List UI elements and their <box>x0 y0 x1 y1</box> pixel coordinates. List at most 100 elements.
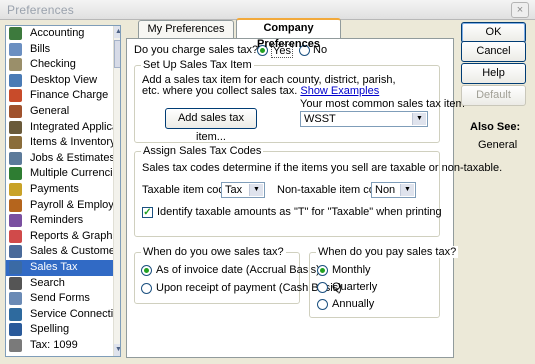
integrated-applications-icon <box>9 120 22 134</box>
sidebar-item-sales-tax[interactable]: Sales Tax <box>6 259 120 276</box>
setup-group-title: Set Up Sales Tax Item <box>141 59 254 71</box>
help-button[interactable]: Help <box>461 63 526 84</box>
sidebar-item-label: Desktop View <box>30 73 98 86</box>
taxable-item-code-select[interactable]: Tax ▼ <box>221 182 265 198</box>
bills-icon <box>9 42 22 56</box>
sidebar-item-general[interactable]: General <box>6 104 120 120</box>
sidebar-item-label: Sales Tax <box>30 260 78 273</box>
assign-description: Sales tax codes determine if the items y… <box>142 162 503 174</box>
setup-description: Add a sales tax item for each county, di… <box>142 74 396 97</box>
non-taxable-item-code-select[interactable]: Non ▼ <box>371 182 416 198</box>
chevron-down-icon[interactable]: ▼ <box>249 184 263 196</box>
show-examples-link[interactable]: Show Examples <box>300 85 379 97</box>
sidebar-item-accounting[interactable]: Accounting <box>6 26 120 42</box>
common-sales-tax-select[interactable]: WSST ▼ <box>300 111 428 127</box>
sidebar-item-jobs-estimates[interactable]: Jobs & Estimates <box>6 151 120 167</box>
pay-group-title: When do you pay sales tax? <box>316 246 459 258</box>
pay-monthly-radio[interactable] <box>317 265 328 276</box>
sidebar-item-label: Finance Charge <box>30 89 109 102</box>
sidebar-item-multiple-currencies[interactable]: Multiple Currencies <box>6 166 120 182</box>
scroll-down-icon[interactable]: ▼ <box>114 344 120 356</box>
close-button[interactable]: × <box>511 2 529 18</box>
finance-charge-icon <box>9 89 22 103</box>
sidebar-item-integrated-applicatio[interactable]: Integrated Applicatio <box>6 120 120 136</box>
title-bar: Preferences × <box>0 0 535 20</box>
setup-sales-tax-item-group: Set Up Sales Tax Item Add a sales tax it… <box>134 59 465 143</box>
sidebar-item-sales-customers[interactable]: Sales & Customers <box>6 244 120 260</box>
pay-annually-label[interactable]: Annually <box>332 298 374 310</box>
scroll-up-icon[interactable]: ▲ <box>114 26 120 38</box>
preferences-category-list[interactable]: Accounting Bills Checking Desktop View Finan… <box>5 25 121 357</box>
identify-taxable-label[interactable]: Identify taxable amounts as "T" for "Tax… <box>157 206 442 218</box>
accounting-icon <box>9 27 22 40</box>
sidebar-item-label: Integrated Applicatio <box>30 120 120 133</box>
owe-group-title: When do you owe sales tax? <box>141 246 286 258</box>
company-preferences-panel: Do you charge sales tax? Yes No Set Up S… <box>126 38 502 358</box>
chevron-down-icon[interactable]: ▼ <box>400 184 414 196</box>
sidebar-item-payments[interactable]: Payments <box>6 182 120 198</box>
sidebar-item-label: Reports & Graphs <box>30 229 119 242</box>
sidebar-item-service-connection[interactable]: Service Connection <box>6 307 120 323</box>
general-icon <box>9 104 22 118</box>
sidebar-item-desktop-view[interactable]: Desktop View <box>6 73 120 89</box>
sidebar-item-send-forms[interactable]: Send Forms <box>6 291 120 307</box>
sidebar-item-label: Search <box>30 276 65 289</box>
sidebar-item-label: General <box>30 104 70 117</box>
sidebar-item-bills[interactable]: Bills <box>6 42 120 58</box>
scroll-thumb[interactable] <box>114 40 120 68</box>
sidebar-item-label: Reminders <box>30 214 84 227</box>
sidebar-item-checking[interactable]: Checking <box>6 57 120 73</box>
multiple-currencies-icon <box>9 167 22 181</box>
items-inventory-icon <box>9 136 22 150</box>
pay-sales-tax-group: When do you pay sales tax? Monthly Quart… <box>309 246 459 318</box>
tab-company-preferences[interactable]: Company Preferences <box>236 18 341 50</box>
sidebar-item-spelling[interactable]: Spelling <box>6 322 120 338</box>
search-icon <box>9 276 22 290</box>
payroll-employees-icon <box>9 198 22 212</box>
window-title: Preferences <box>7 3 74 17</box>
pay-monthly-label[interactable]: Monthly <box>332 264 371 276</box>
owe-cash-radio[interactable] <box>141 283 152 294</box>
sales-tax-icon <box>9 260 22 274</box>
sidebar-item-label: Jobs & Estimates <box>30 151 115 164</box>
sidebar-item-label: Send Forms <box>30 292 90 305</box>
sidebar-item-reminders[interactable]: Reminders <box>6 213 120 229</box>
sidebar-item-tax-1099[interactable]: Tax: 1099 <box>6 338 120 354</box>
owe-accrual-radio[interactable] <box>141 265 152 276</box>
pay-annually-radio[interactable] <box>317 299 328 310</box>
service-connection-icon <box>9 307 22 321</box>
reminders-icon <box>9 214 22 228</box>
ok-button[interactable]: OK <box>461 22 526 43</box>
sidebar-item-search[interactable]: Search <box>6 276 120 292</box>
also-see-title: Also See: <box>470 121 521 133</box>
sidebar-item-label: Multiple Currencies <box>30 167 120 180</box>
sidebar-item-label: Sales & Customers <box>30 245 120 258</box>
chevron-down-icon[interactable]: ▼ <box>412 113 426 125</box>
sidebar-item-label: Items & Inventory <box>30 136 116 149</box>
identify-taxable-checkbox[interactable]: ✓ <box>142 207 153 218</box>
sales-customers-icon <box>9 245 22 259</box>
payments-icon <box>9 182 22 196</box>
jobs-estimates-icon <box>9 151 22 165</box>
also-see-general-link[interactable]: General <box>478 139 517 151</box>
preferences-window: Accounting Bills Checking Desktop View Finan… <box>0 18 535 364</box>
sidebar-item-payroll-employees[interactable]: Payroll & Employees <box>6 198 120 214</box>
sidebar-item-items-inventory[interactable]: Items & Inventory <box>6 135 120 151</box>
spelling-icon <box>9 323 22 337</box>
pay-quarterly-label[interactable]: Quarterly <box>332 281 377 293</box>
sidebar-item-reports-graphs[interactable]: Reports & Graphs <box>6 229 120 245</box>
sidebar-scrollbar[interactable]: ▲ ▼ <box>113 26 120 356</box>
sidebar-item-finance-charge[interactable]: Finance Charge <box>6 88 120 104</box>
default-button[interactable]: Default <box>461 85 526 106</box>
sidebar-item-label: Payments <box>30 182 79 195</box>
charge-sales-tax-question: Do you charge sales tax? <box>134 44 259 56</box>
owe-accrual-label[interactable]: As of invoice date (Accrual Basis) <box>156 264 320 276</box>
add-sales-tax-item-button[interactable]: Add sales tax item... <box>165 108 257 143</box>
checking-icon <box>9 58 22 72</box>
taxable-item-code-label: Taxable item code <box>142 184 231 196</box>
send-forms-icon <box>9 292 22 306</box>
assign-sales-tax-codes-group: Assign Sales Tax Codes Sales tax codes d… <box>134 145 502 237</box>
tab-my-preferences[interactable]: My Preferences <box>138 20 234 38</box>
cancel-button[interactable]: Cancel <box>461 41 526 62</box>
pay-quarterly-radio[interactable] <box>317 282 328 293</box>
